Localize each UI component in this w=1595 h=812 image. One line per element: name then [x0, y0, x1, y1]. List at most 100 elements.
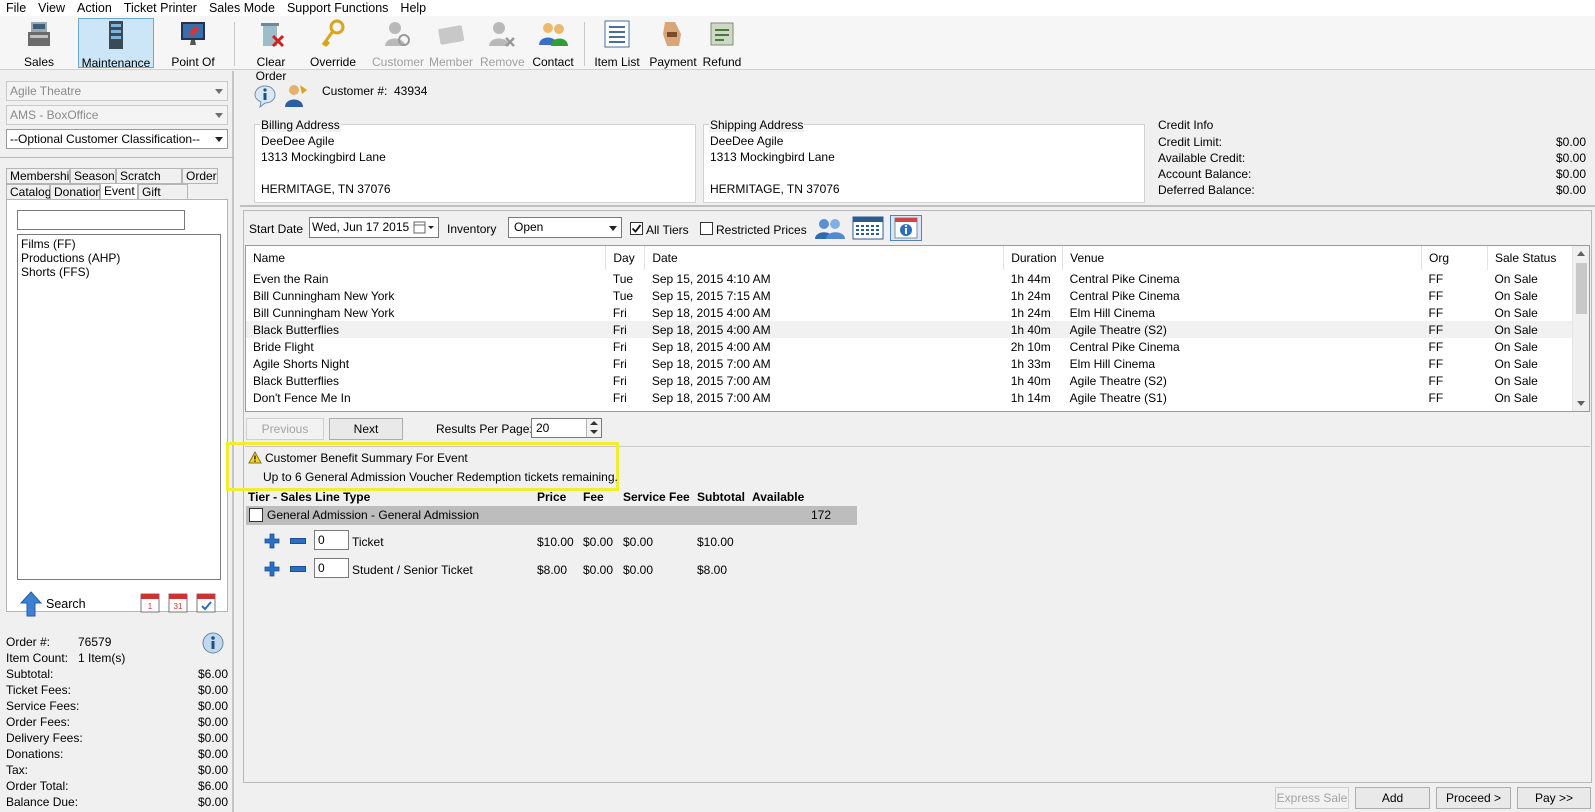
table-row[interactable]: Black Butterflies Fri Sep 18, 2015 4:00 AM…	[246, 321, 1573, 338]
clear-order-button[interactable]: Clear Order	[240, 18, 302, 83]
column-header-org[interactable]: Org	[1421, 246, 1488, 270]
all-tiers-checkbox[interactable]	[630, 222, 643, 235]
member-label: Member	[428, 55, 473, 69]
tab-event[interactable]: Event	[100, 183, 138, 200]
event-search-input[interactable]	[17, 210, 185, 230]
customer-classification-select[interactable]: --Optional Customer Classification--	[6, 129, 228, 149]
billing-street: 1313 Mockingbird Lane	[261, 150, 386, 164]
list-item[interactable]: Films (FF)	[21, 237, 217, 251]
seating-grid-icon[interactable]	[852, 216, 884, 240]
table-row[interactable]: Don't Fence Me In Fri Sep 18, 2015 7:00 AM…	[246, 389, 1573, 406]
ticket-quantity-input[interactable]: 0	[314, 558, 349, 578]
results-per-page-input[interactable]: 20	[531, 418, 602, 438]
tab-scratch-pad[interactable]: Scratch Pad	[116, 168, 182, 197]
minus-icon[interactable]	[290, 566, 306, 572]
menu-support-functions[interactable]: Support Functions	[281, 0, 394, 16]
scroll-up-icon[interactable]	[1577, 251, 1585, 256]
maintenance-button[interactable]: Maintenance	[78, 18, 154, 70]
payment-button[interactable]: Payment	[648, 18, 698, 69]
credit-row: Deferred Balance: $0.00	[1158, 183, 1586, 199]
menu-help[interactable]: Help	[394, 0, 432, 16]
payment-hand-icon	[663, 22, 681, 46]
column-header-name[interactable]: Name	[246, 246, 607, 270]
contact-button[interactable]: Contact	[528, 18, 578, 69]
spin-up-icon[interactable]	[590, 421, 598, 425]
summary-label: Order Fees:	[6, 715, 71, 729]
start-date-picker[interactable]: Wed, Jun 17 2015	[309, 217, 439, 238]
plus-icon[interactable]	[264, 561, 280, 577]
menu-ticket-printer[interactable]: Ticket Printer	[118, 0, 203, 16]
column-header-sale-status[interactable]: Sale Status	[1487, 246, 1574, 270]
outlet-value: AMS - BoxOffice	[10, 108, 99, 122]
tier-select-checkbox[interactable]	[249, 508, 263, 522]
tab-catalog[interactable]: Catalog	[6, 184, 51, 200]
pay-button[interactable]: Pay >>	[1517, 787, 1591, 809]
tab-gift-card[interactable]: Gift Card	[138, 184, 188, 213]
proceed-button[interactable]: Proceed >	[1436, 787, 1511, 809]
table-row[interactable]: Black Butterflies Fri Sep 18, 2015 7:00 AM…	[246, 372, 1573, 389]
event-venue: Agile Theatre (S2)	[1069, 322, 1167, 337]
point-of-sale-button[interactable]: Point Of Sale	[158, 18, 228, 83]
tier-column-fee: Fee	[583, 490, 604, 504]
scroll-down-icon[interactable]	[1577, 401, 1585, 406]
tier-row[interactable]: General Admission - General Admission 17…	[246, 506, 857, 525]
spin-down-icon[interactable]	[590, 430, 598, 434]
customer-info-icon[interactable]	[253, 84, 277, 108]
ticket-quantity-input[interactable]: 0	[314, 530, 349, 550]
key-icon	[321, 19, 345, 48]
express-sale-button[interactable]: Express Sale	[1275, 787, 1349, 809]
refund-button[interactable]: Refund	[700, 18, 744, 69]
restricted-prices-checkbox[interactable]	[700, 222, 713, 235]
chevron-down-icon	[215, 113, 223, 118]
tab-donation[interactable]: Donation	[50, 184, 102, 200]
item-list-button[interactable]: Item List	[588, 18, 646, 69]
column-header-day[interactable]: Day	[605, 246, 646, 270]
organization-select[interactable]: Agile Theatre	[6, 81, 228, 101]
calendar-month-icon[interactable]: 31	[168, 591, 188, 613]
tab-season[interactable]: Season	[70, 168, 116, 184]
sales-label: Sales	[23, 55, 55, 69]
vertical-scrollbar[interactable]	[1572, 246, 1589, 411]
customer-button[interactable]: Customer	[368, 18, 428, 69]
calendar-day-icon[interactable]: 1	[140, 591, 160, 613]
scrollbar-thumb[interactable]	[1576, 263, 1587, 314]
tab-order[interactable]: Order	[182, 168, 218, 184]
column-header-date[interactable]: Date	[644, 246, 1005, 270]
event-category-list[interactable]: Films (FF) Productions (AHP) Shorts (FFS…	[17, 234, 221, 580]
add-button[interactable]: Add	[1355, 787, 1430, 809]
remove-button[interactable]: Remove	[480, 18, 525, 69]
table-row[interactable]: Bride Flight Fri Sep 18, 2015 4:00 AM 2h 10…	[246, 338, 1573, 355]
menu-file[interactable]: File	[0, 0, 32, 16]
clear-order-label: Clear Order	[255, 55, 287, 83]
outlet-select[interactable]: AMS - BoxOffice	[6, 105, 228, 125]
plus-icon[interactable]	[264, 533, 280, 549]
event-org: FF	[1428, 288, 1444, 303]
minus-icon[interactable]	[290, 538, 306, 544]
menu-sales-mode[interactable]: Sales Mode	[203, 0, 281, 16]
table-row[interactable]: Even the Rain Tue Sep 15, 2015 4:10 AM 1h 4…	[246, 270, 1573, 287]
inventory-select[interactable]: Open	[508, 217, 622, 238]
menu-action[interactable]: Action	[71, 0, 118, 16]
table-row[interactable]: Bill Cunningham New York Tue Sep 15, 2015 …	[246, 287, 1573, 304]
event-info-button[interactable]	[890, 215, 922, 241]
member-button[interactable]: Member	[428, 18, 474, 69]
next-button[interactable]: Next	[329, 418, 403, 440]
group-users-icon[interactable]	[814, 216, 846, 240]
list-item[interactable]: Productions (AHP)	[21, 251, 217, 265]
list-item[interactable]: Shorts (FFS)	[21, 265, 217, 279]
table-row[interactable]: Agile Shorts Night Fri Sep 18, 2015 7:00 A…	[246, 355, 1573, 372]
previous-button[interactable]: Previous	[246, 418, 324, 440]
calendar-check-icon[interactable]	[196, 591, 216, 613]
customer-person-icon[interactable]	[284, 82, 308, 108]
table-row[interactable]: Bill Cunningham New York Fri Sep 18, 2015 …	[246, 304, 1573, 321]
results-per-page-spinner[interactable]	[586, 419, 601, 437]
summary-label: Donations:	[6, 747, 64, 761]
menu-view[interactable]: View	[32, 0, 71, 16]
column-header-duration[interactable]: Duration	[1003, 246, 1064, 270]
override-button[interactable]: Override	[306, 18, 360, 69]
tab-membership[interactable]: Membership	[6, 168, 76, 184]
toolbar: Sales Maintenance Point Of Sale Clear Or…	[0, 16, 1595, 83]
sales-button[interactable]: Sales	[6, 18, 72, 69]
event-org: FF	[1428, 271, 1444, 286]
column-header-venue[interactable]: Venue	[1062, 246, 1422, 270]
